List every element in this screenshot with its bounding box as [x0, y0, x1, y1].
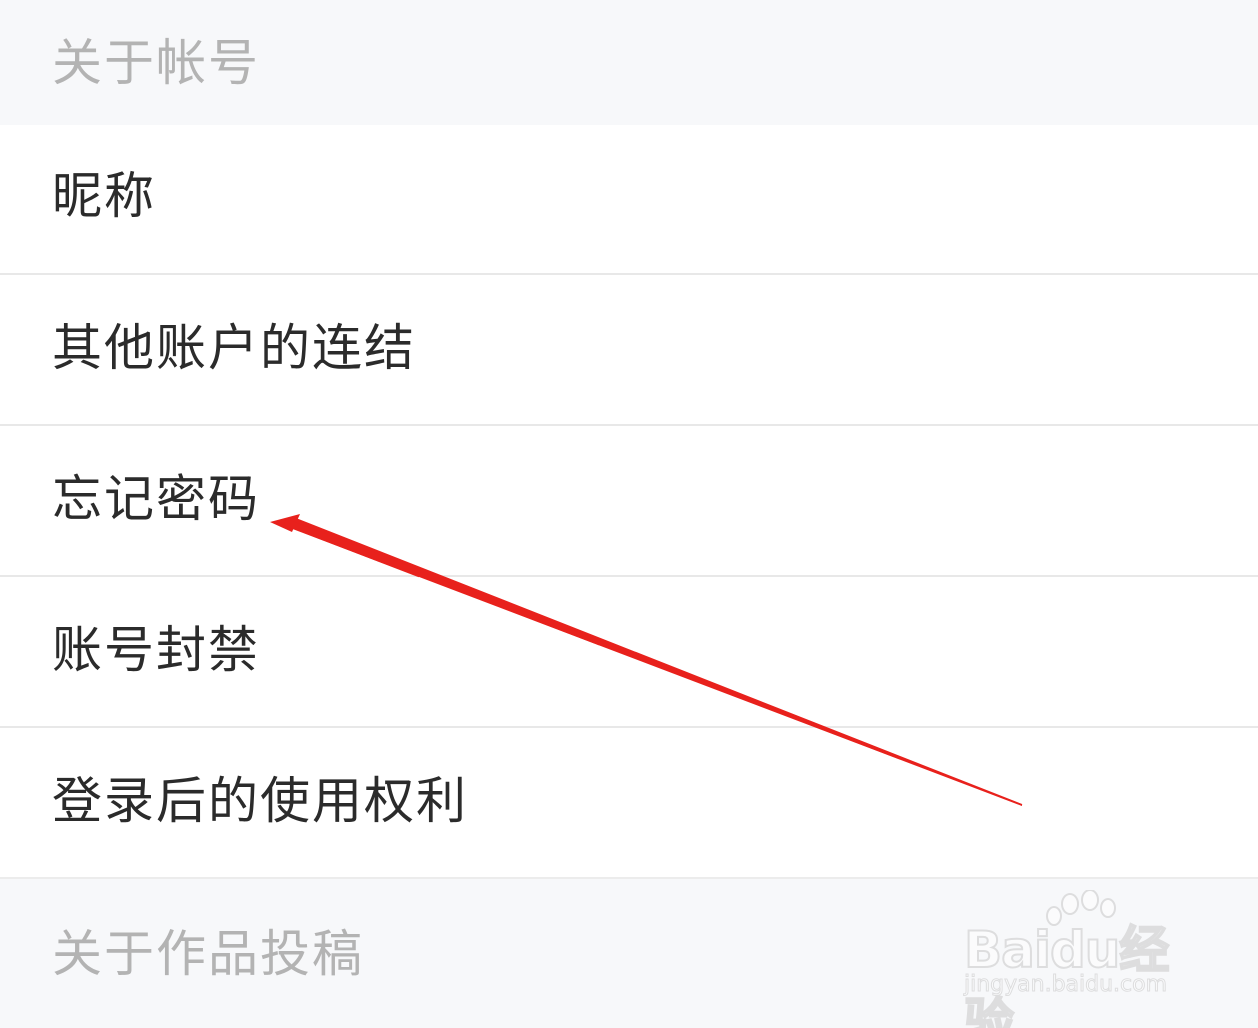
list-item-label: 忘记密码 — [52, 470, 260, 528]
list-item-nickname[interactable]: 昵称 — [0, 125, 1258, 273]
list-item-label: 昵称 — [52, 167, 156, 225]
section-title: 关于作品投稿 — [52, 925, 364, 983]
baidu-jingyan-watermark: Baidu经验 jingyan.baidu.com — [962, 890, 1202, 1028]
list-item-label: 账号封禁 — [52, 621, 260, 679]
list-item-login-rights[interactable]: 登录后的使用权利 — [0, 728, 1258, 877]
section-title: 关于帐号 — [52, 34, 260, 92]
settings-page: 关于帐号 昵称 其他账户的连结 忘记密码 账号封禁 登录后的使用权利 关于作品投… — [0, 0, 1258, 1028]
section-header-account: 关于帐号 — [0, 0, 1258, 125]
list-item-linked-accounts[interactable]: 其他账户的连结 — [0, 275, 1258, 424]
list-item-account-ban[interactable]: 账号封禁 — [0, 577, 1258, 726]
list-item-forgot-password[interactable]: 忘记密码 — [0, 426, 1258, 575]
list-item-label: 其他账户的连结 — [52, 319, 416, 377]
watermark-url: jingyan.baidu.com — [963, 972, 1168, 998]
list-item-label: 登录后的使用权利 — [52, 772, 468, 830]
watermark-brand: Baidu经验 — [963, 920, 1170, 1028]
